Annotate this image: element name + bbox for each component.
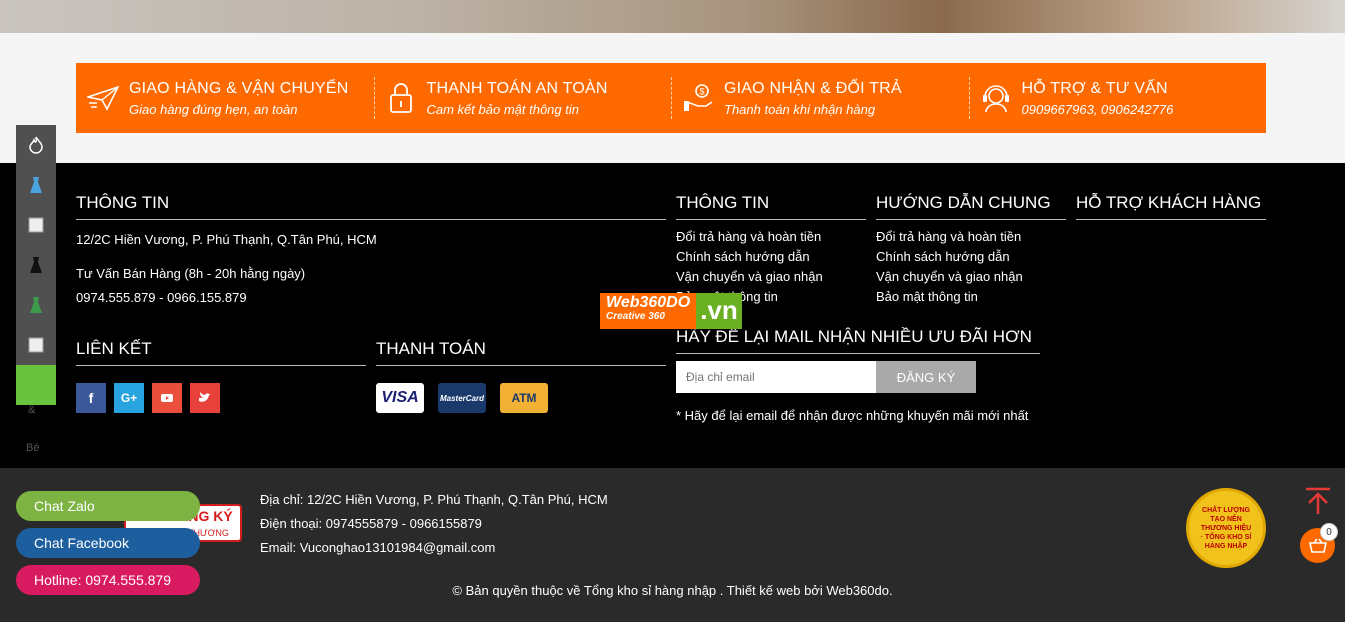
- side-stray-text: &: [28, 404, 36, 416]
- feature-payment: THANH TOÁN AN TOÀN Cam kết bảo mật thông…: [373, 63, 672, 133]
- broken-image-icon[interactable]: [16, 205, 56, 245]
- hero-image-strip: [0, 0, 1345, 33]
- feature-exchange: $ GIAO NHẬN & ĐỔI TRẢ Thanh toán khi nhậ…: [671, 63, 969, 133]
- hotline-button[interactable]: Hotline: 0974.555.879: [16, 565, 200, 595]
- visa-logo: VISA: [376, 383, 424, 413]
- bottom-email[interactable]: Email: Vuconghao13101984@gmail.com: [260, 540, 495, 555]
- feature-title: GIAO HÀNG & VẬN CHUYỂN: [129, 79, 349, 97]
- web360-tld: .vn: [696, 293, 742, 329]
- facebook-icon[interactable]: f: [76, 383, 106, 413]
- newsletter-form: ĐĂNG KÝ: [676, 361, 976, 393]
- black-dress-icon[interactable]: [16, 245, 56, 285]
- feature-shipping: GIAO HÀNG & VẬN CHUYỂN Giao hàng đúng hẹ…: [76, 63, 374, 133]
- info2-title: THÔNG TIN: [676, 193, 866, 220]
- bottom-phone[interactable]: Điện thoại: 0974555879 - 0966155879: [260, 516, 482, 531]
- list-item[interactable]: Bảo mật thông tin: [876, 287, 1023, 307]
- social-links: f G+: [76, 383, 220, 413]
- google-plus-icon[interactable]: G+: [114, 383, 144, 413]
- twitter-icon[interactable]: [190, 383, 220, 413]
- list-item[interactable]: Đổi trả hàng và hoàn tiền: [876, 227, 1023, 247]
- feature-title: GIAO NHẬN & ĐỔI TRẢ: [724, 79, 902, 97]
- atm-logo: ATM: [500, 383, 548, 413]
- footer-bottom: ĐÃ ĐĂNG KÝ THƯƠNG Địa chỉ: 12/2C Hiền Vư…: [0, 468, 1345, 622]
- headset-icon: [979, 81, 1013, 115]
- footer-main: THÔNG TIN 12/2C Hiền Vương, P. Phú Thạnh…: [0, 163, 1345, 468]
- info-title: THÔNG TIN: [76, 193, 666, 220]
- info-phones[interactable]: 0974.555.879 - 0966.155.879: [76, 290, 247, 305]
- newsletter-title: HÃY ĐỂ LẠI MAIL NHẬN NHIỀU ƯU ĐÃI HƠN: [676, 327, 1040, 354]
- feature-subtitle: Giao hàng đúng hẹn, an toàn: [129, 101, 298, 117]
- fire-icon[interactable]: [16, 125, 56, 165]
- links-title: LIÊN KẾT: [76, 339, 366, 366]
- quality-badge: CHẤT LƯỢNG TẠO NÊN THƯƠNG HIỆU · TỔNG KH…: [1186, 488, 1266, 568]
- chat-facebook-button[interactable]: Chat Facebook: [16, 528, 200, 558]
- feature-support: HỖ TRỢ & TƯ VẤN 0909667963, 0906242776: [968, 63, 1267, 133]
- guide-list: Đổi trả hàng và hoàn tiền Chính sách hướ…: [876, 227, 1023, 307]
- web360-logo[interactable]: Web360DO Creative 360 .vn: [600, 293, 742, 329]
- feature-subtitle[interactable]: 0909667963, 0906242776: [1022, 102, 1174, 117]
- broken-image-icon[interactable]: [16, 325, 56, 365]
- lock-icon: [384, 81, 418, 115]
- feature-subtitle: Cam kết bảo mật thông tin: [426, 101, 579, 117]
- list-item[interactable]: Vận chuyển và giao nhận: [676, 267, 823, 287]
- dress-icon[interactable]: [16, 165, 56, 205]
- list-item[interactable]: Đổi trả hàng và hoàn tiền: [676, 227, 823, 247]
- side-active-item[interactable]: [16, 365, 56, 405]
- chat-zalo-button[interactable]: Chat Zalo: [16, 491, 200, 521]
- side-category-bar: [16, 125, 56, 405]
- payment-methods: VISA MasterCard ATM: [376, 383, 548, 413]
- web360-brand: Web360DO Creative 360: [600, 293, 697, 329]
- bottom-address: Địa chỉ: 12/2C Hiền Vương, P. Phú Thạnh,…: [260, 492, 608, 507]
- list-item[interactable]: Vận chuyển và giao nhận: [876, 267, 1023, 287]
- subscribe-button[interactable]: ĐĂNG KÝ: [876, 361, 976, 393]
- feature-subtitle: Thanh toán khi nhận hàng: [724, 101, 876, 117]
- support-title: HỖ TRỢ KHÁCH HÀNG: [1076, 193, 1266, 220]
- email-input[interactable]: [676, 361, 876, 393]
- feature-title: HỖ TRỢ & TƯ VẤN: [1021, 79, 1168, 97]
- cart-count-badge: 0: [1320, 523, 1338, 541]
- back-to-top-icon[interactable]: [1303, 486, 1333, 516]
- newsletter-note: * Hãy để lại email để nhận được những kh…: [676, 408, 1029, 423]
- feature-title: THANH TOÁN AN TOÀN: [426, 79, 608, 97]
- copyright: © Bản quyền thuộc về Tổng kho sỉ hàng nh…: [452, 583, 893, 598]
- info-address: 12/2C Hiền Vương, P. Phú Thạnh, Q.Tân Ph…: [76, 232, 377, 247]
- list-item[interactable]: Chính sách hướng dẫn: [876, 247, 1023, 267]
- guide-title: HƯỚNG DẪN CHUNG: [876, 193, 1066, 220]
- feature-bar: GIAO HÀNG & VẬN CHUYỂN Giao hàng đúng hẹ…: [76, 63, 1266, 133]
- youtube-icon[interactable]: [152, 383, 182, 413]
- info-hours: Tư Vấn Bán Hàng (8h - 20h hằng ngày): [76, 266, 306, 281]
- paper-plane-icon: [86, 81, 120, 115]
- payment-title: THANH TOÁN: [376, 339, 666, 366]
- svg-text:$: $: [700, 87, 705, 97]
- mastercard-logo: MasterCard: [438, 383, 486, 413]
- list-item[interactable]: Chính sách hướng dẫn: [676, 247, 823, 267]
- hand-money-icon: $: [681, 81, 715, 115]
- green-dress-icon[interactable]: [16, 285, 56, 325]
- side-stray-text: Bé: [26, 442, 40, 454]
